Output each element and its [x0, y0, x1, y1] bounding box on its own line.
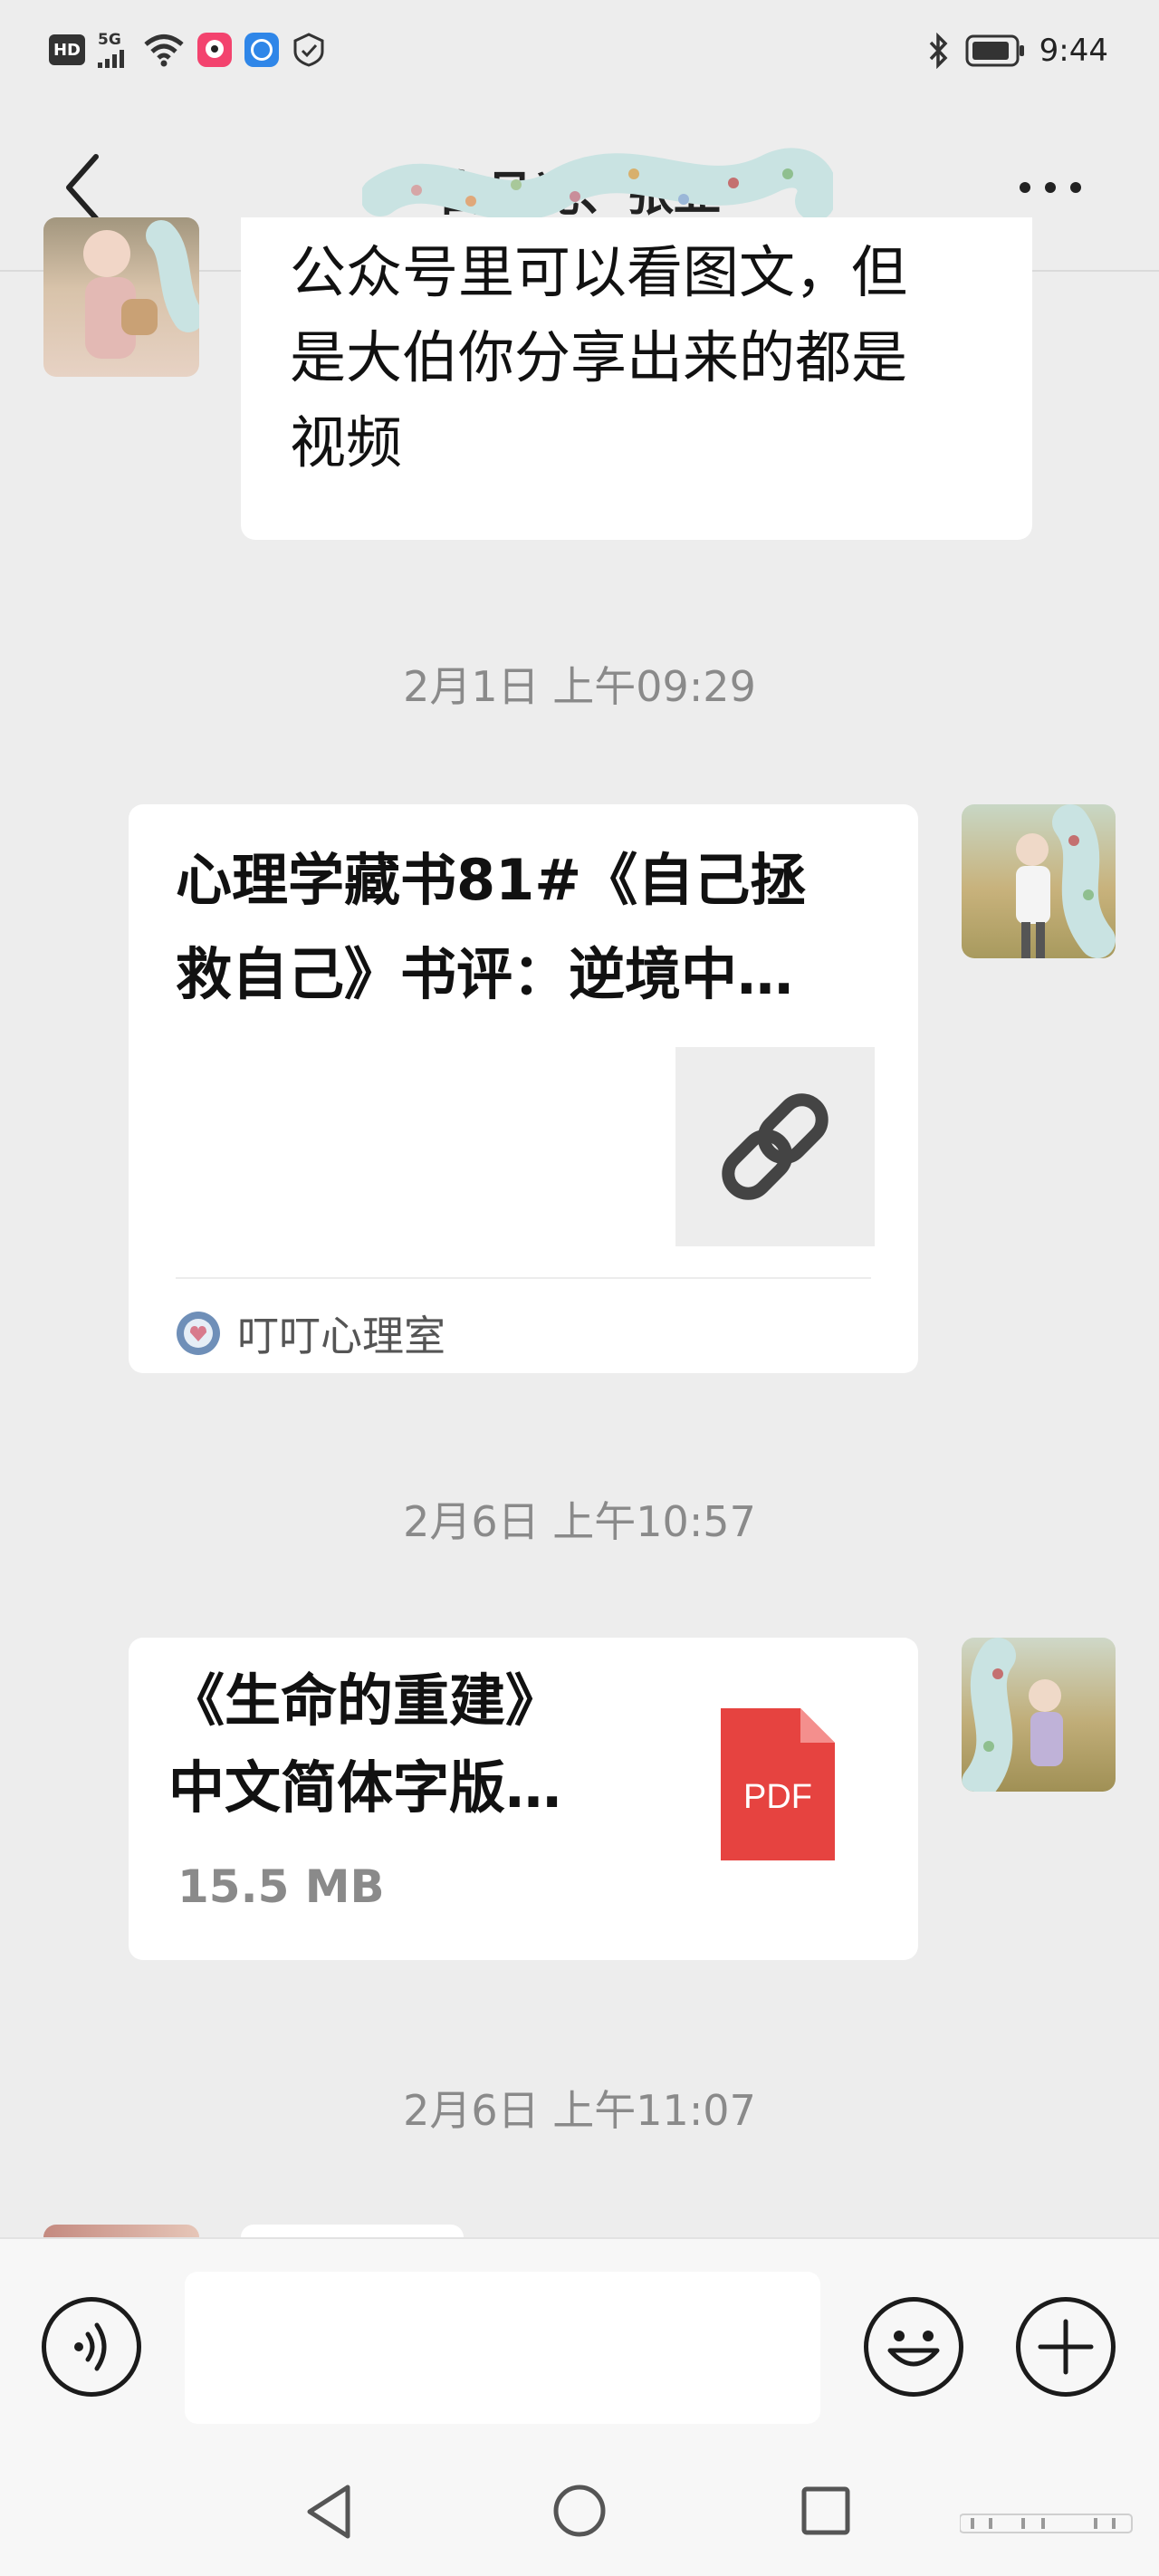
voice-icon	[74, 2322, 107, 2371]
emoji-icon	[887, 2331, 940, 2367]
nav-assist-icon	[960, 2514, 1133, 2533]
link-source: 叮叮心理室	[176, 1301, 445, 1366]
file-card[interactable]: 《生命的重建》 中文简体字版… 15.5 MB PDF	[129, 1638, 918, 1960]
message-line: 公众号里可以看图文，但	[290, 239, 908, 305]
source-account-icon	[177, 1312, 220, 1355]
message-input[interactable]	[185, 2272, 820, 2424]
message-line: 是大伯你分享出来的都是	[290, 324, 908, 390]
emoji-button[interactable]	[864, 2297, 963, 2397]
file-name-line: 《生命的重建》	[168, 1668, 562, 1734]
chat-timestamp: 2月6日 上午11:07	[403, 2086, 756, 2135]
browser-app-icon	[244, 33, 279, 67]
nav-recents-square-icon[interactable]	[799, 2484, 853, 2538]
nav-back-triangle-icon[interactable]	[302, 2482, 357, 2542]
my-avatar[interactable]	[962, 804, 1116, 958]
pdf-label: PDF	[743, 1778, 812, 1816]
pdf-file-icon: PDF	[721, 1708, 835, 1860]
voice-button[interactable]	[42, 2297, 141, 2397]
more-functions-button[interactable]	[1016, 2297, 1116, 2397]
status-left: HD 5G	[49, 27, 326, 72]
back-arrow-icon[interactable]	[56, 151, 110, 224]
more-options-icon[interactable]	[1014, 174, 1087, 201]
link-thumbnail	[675, 1047, 875, 1246]
message-text: 公众号里可以看图文，但 是大伯你分享出来的都是 视频	[290, 230, 1014, 485]
status-bar: HD 5G 9:44	[0, 0, 1159, 101]
link-card[interactable]: 心理学藏书81#《自己拯 救自己》书评：逆境中… 叮叮心理室	[129, 804, 918, 1373]
link-icon	[722, 1093, 829, 1200]
system-navigation-bar	[0, 2449, 1159, 2576]
cellular-signal-icon	[98, 49, 124, 68]
chat-timestamp: 2月6日 上午10:57	[403, 1497, 756, 1546]
wifi-icon	[144, 34, 184, 67]
my-avatar[interactable]	[962, 1638, 1116, 1792]
link-title-line: 救自己》书评：逆境中…	[176, 941, 794, 1007]
file-name: 《生命的重建》 中文简体字版…	[168, 1658, 675, 1831]
chat-input-bar	[0, 2237, 1159, 2451]
status-right: 9:44	[927, 25, 1108, 76]
battery-icon	[965, 34, 1024, 67]
nav-home-circle-icon[interactable]	[551, 2482, 608, 2540]
file-size: 15.5 MB	[177, 1860, 385, 1913]
network-type-label: 5G	[98, 30, 121, 49]
message-line: 视频	[290, 409, 403, 476]
contact-avatar[interactable]	[43, 217, 199, 377]
file-name-line: 中文简体字版…	[168, 1754, 562, 1821]
contact-avatar[interactable]	[43, 2225, 199, 2237]
source-name: 叮叮心理室	[237, 1312, 445, 1360]
message-bubble-incoming[interactable]: 公众号里可以看图文，但 是大伯你分享出来的都是 视频	[241, 217, 1032, 540]
link-title-line: 心理学藏书81#《自己拯	[176, 847, 807, 913]
cellular-indicator: 5G	[98, 30, 130, 68]
status-time: 9:44	[1039, 33, 1108, 69]
link-card-divider	[176, 1277, 871, 1279]
shield-app-icon	[293, 33, 324, 67]
weibo-app-icon	[197, 33, 232, 67]
link-title: 心理学藏书81#《自己拯 救自己》书评：逆境中…	[176, 833, 891, 1022]
chat-timestamp: 2月1日 上午09:29	[403, 662, 756, 711]
bluetooth-icon	[929, 33, 948, 69]
plus-icon	[1038, 2319, 1094, 2375]
message-bubble-incoming[interactable]	[241, 2225, 464, 2237]
hd-badge: HD	[49, 34, 85, 65]
